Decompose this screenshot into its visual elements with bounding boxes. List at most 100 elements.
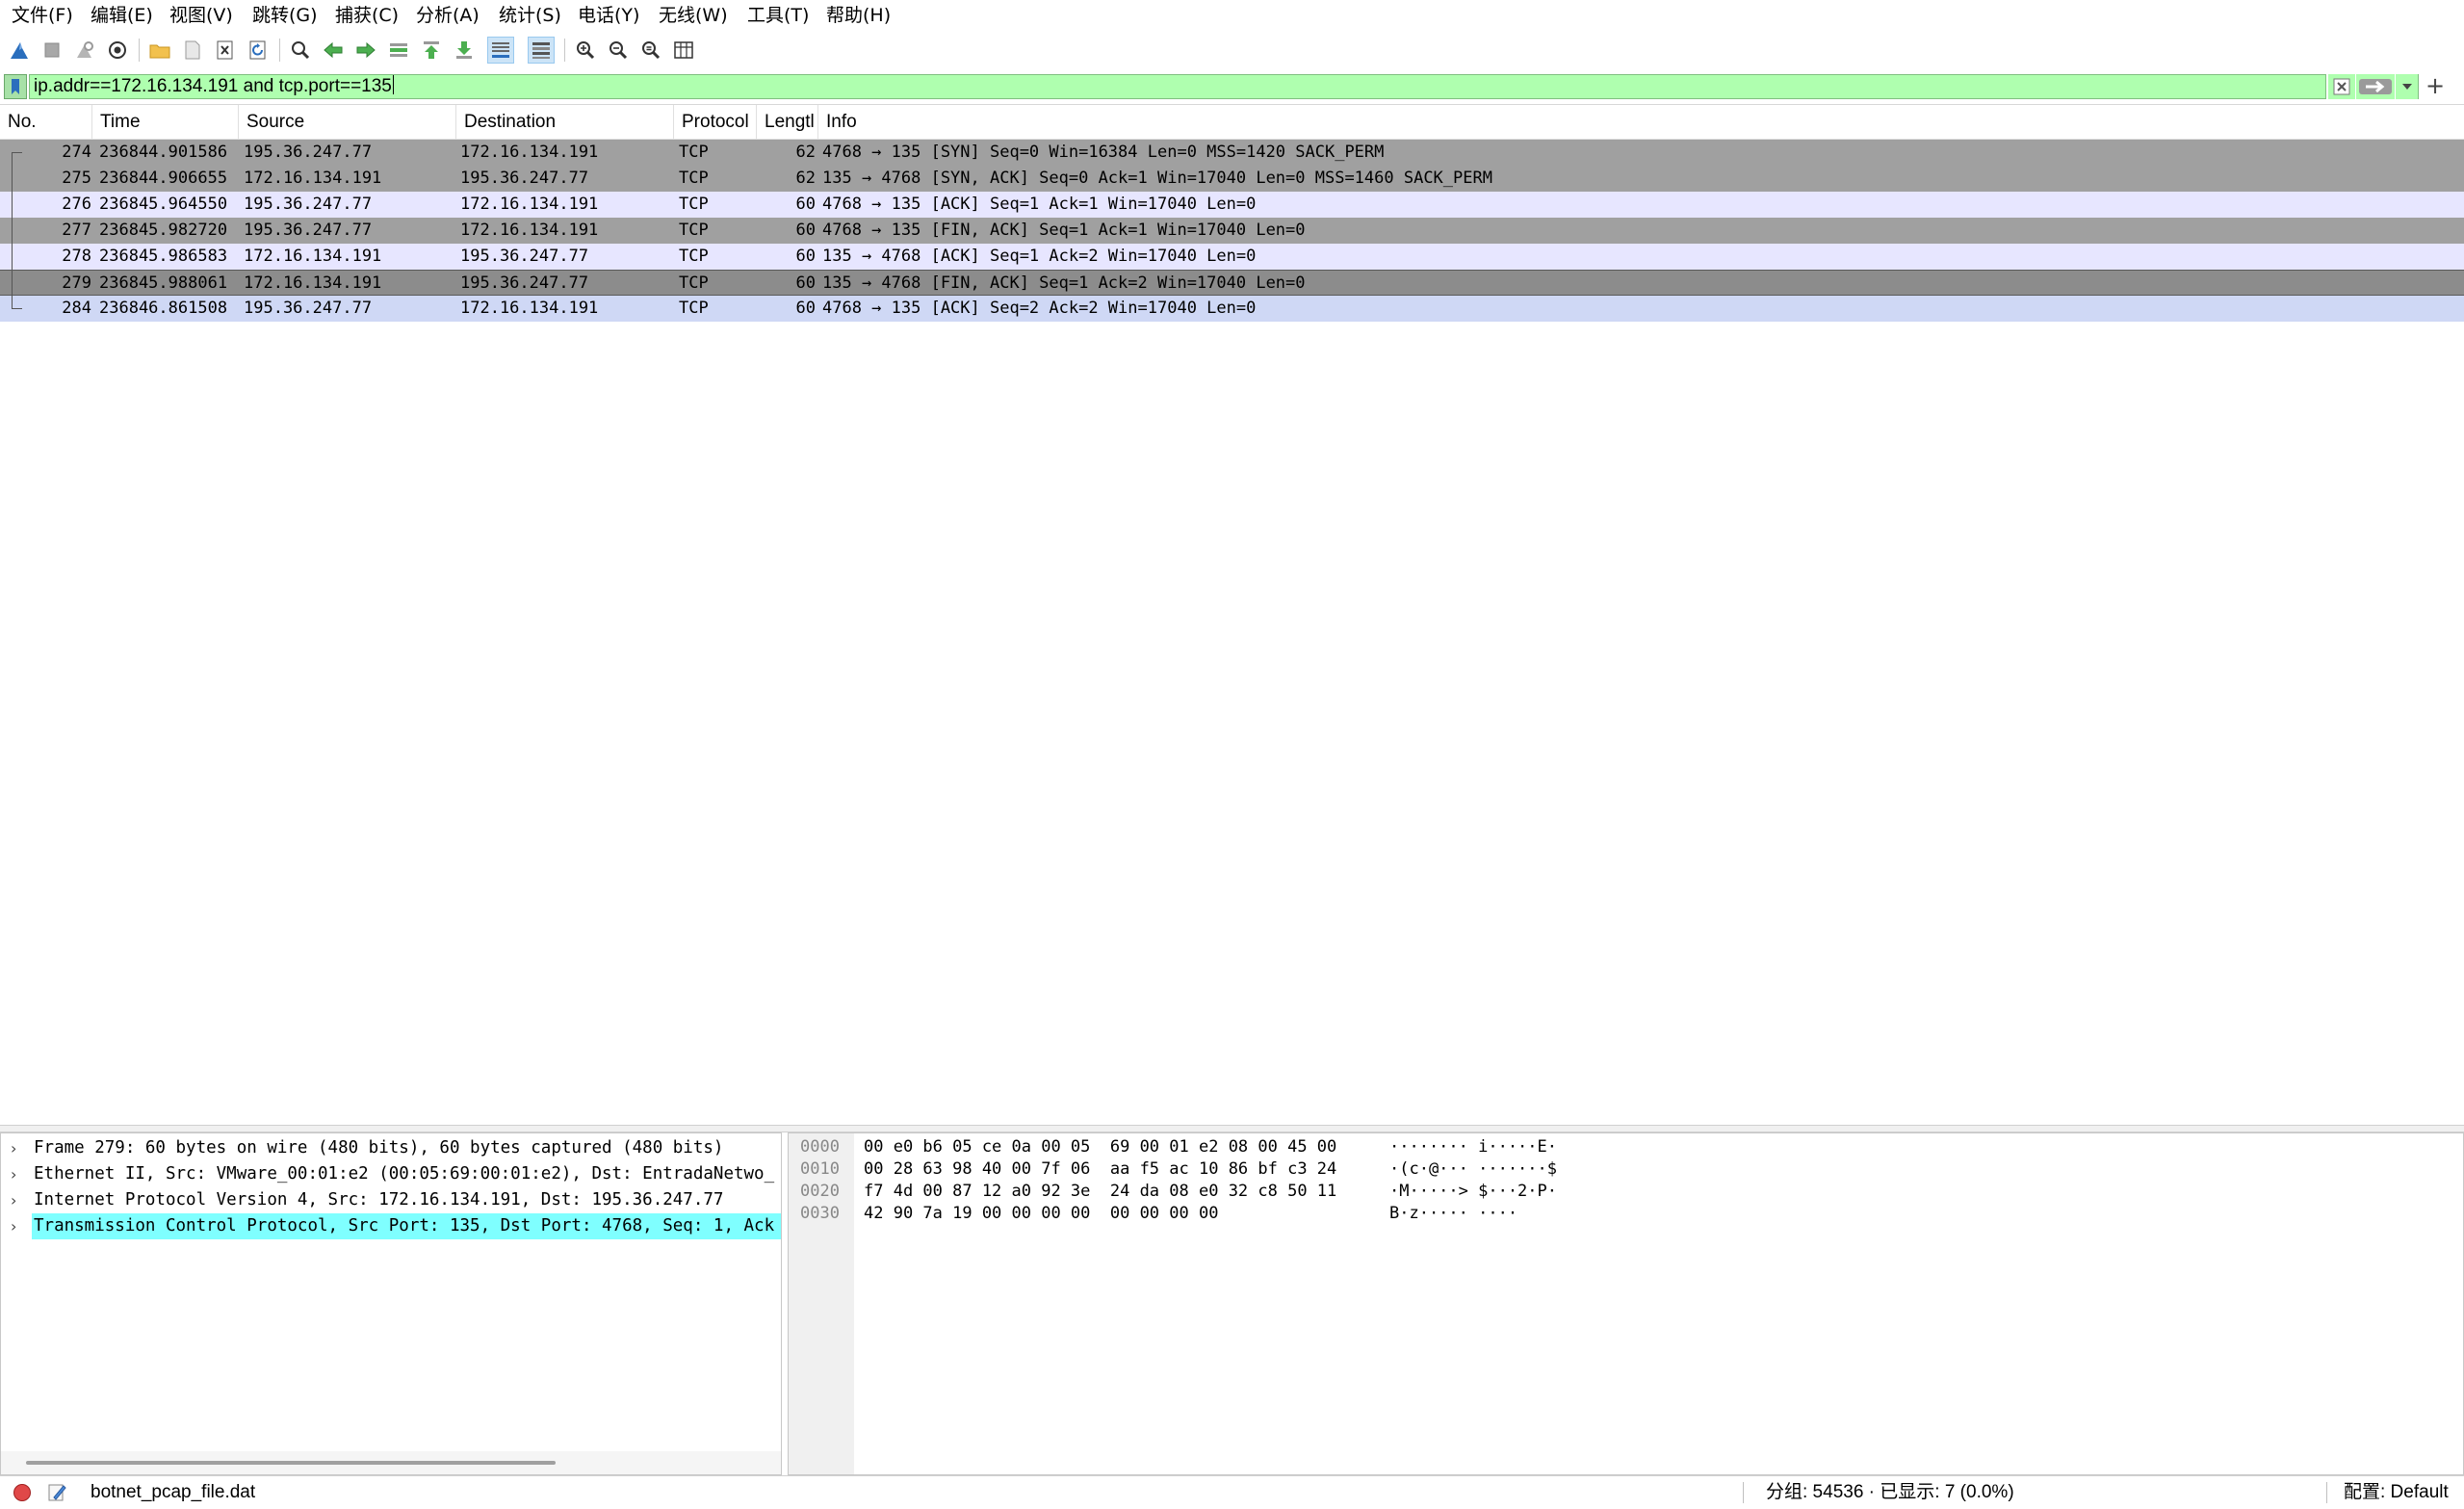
packet-length: 60 xyxy=(795,299,816,318)
save-file-icon[interactable] xyxy=(179,37,206,64)
autoscroll-icon[interactable] xyxy=(487,37,514,64)
packet-info: 135 → 4768 [ACK] Seq=1 Ack=2 Win=17040 L… xyxy=(822,247,1257,266)
bytes-hex[interactable]: f7 4d 00 87 12 a0 92 3e 24 da 08 e0 32 c… xyxy=(864,1181,1336,1203)
chevron-right-icon[interactable]: › xyxy=(11,1213,24,1239)
details-horizontal-scrollbar[interactable] xyxy=(1,1451,781,1474)
bytes-offset[interactable]: 0010 xyxy=(800,1158,840,1181)
menu-wireless[interactable]: 无线(W) xyxy=(659,3,728,28)
filter-bookmark-button[interactable] xyxy=(4,74,27,99)
bytes-hex[interactable]: 00 28 63 98 40 00 7f 06 aa f5 ac 10 86 b… xyxy=(864,1158,1336,1181)
resize-columns-icon[interactable] xyxy=(670,37,697,64)
display-filter-bar: ip.addr==172.16.134.191 and tcp.port==13… xyxy=(0,71,2464,104)
details-tree-item[interactable]: › Internet Protocol Version 4, Src: 172.1… xyxy=(1,1187,781,1213)
display-filter-input[interactable]: ip.addr==172.16.134.191 and tcp.port==13… xyxy=(29,74,2326,99)
zoom-in-icon[interactable] xyxy=(572,37,599,64)
go-to-packet-icon[interactable] xyxy=(385,37,412,64)
filter-history-dropdown[interactable] xyxy=(2396,74,2419,99)
capture-comment-icon[interactable] xyxy=(46,1482,67,1503)
restart-fin-icon[interactable] xyxy=(71,37,98,64)
details-tree-item[interactable]: › Transmission Control Protocol, Src Port… xyxy=(1,1213,781,1239)
zoom-out-icon[interactable] xyxy=(605,37,632,64)
main-toolbar xyxy=(0,31,2464,69)
status-file-name: botnet_pcap_file.dat xyxy=(91,1482,256,1502)
details-tree-label: Transmission Control Protocol, Src Port:… xyxy=(32,1213,781,1239)
menu-edit[interactable]: 编辑(E) xyxy=(91,3,153,28)
go-last-packet-icon[interactable] xyxy=(451,37,478,64)
bytes-ascii[interactable]: ·(c·@··· ·······$ xyxy=(1389,1158,1557,1181)
clear-x-icon xyxy=(2333,78,2350,95)
packet-info: 135 → 4768 [SYN, ACK] Seq=0 Ack=1 Win=17… xyxy=(822,169,1492,188)
packet-row[interactable]: 278 236845.986583 172.16.134.191 195.36.247… xyxy=(0,244,2464,270)
details-tree-item[interactable]: › Frame 279: 60 bytes on wire (480 bits),… xyxy=(1,1135,781,1161)
status-bar: botnet_pcap_file.dat 分组: 54536 · 已显示: 7 … xyxy=(0,1475,2464,1508)
column-header-protocol[interactable]: Protocol xyxy=(674,105,757,139)
packet-row[interactable]: 279 236845.988061 172.16.134.191 195.36.247… xyxy=(0,270,2464,297)
menu-statistics[interactable]: 统计(S) xyxy=(499,3,561,28)
chevron-right-icon[interactable]: › xyxy=(11,1135,24,1161)
find-magnifier-icon[interactable] xyxy=(287,37,314,64)
reload-icon[interactable] xyxy=(245,37,272,64)
menu-file[interactable]: 文件(F) xyxy=(12,3,73,28)
menu-go[interactable]: 跳转(G) xyxy=(252,3,318,28)
status-profile[interactable]: 配置: Default xyxy=(2344,1476,2449,1509)
menu-telephony[interactable]: 电话(Y) xyxy=(578,3,639,28)
packet-row[interactable]: 277 236845.982720 195.36.247.77 172.16.134.… xyxy=(0,218,2464,244)
bytes-row: 0030 42 90 7a 19 00 00 00 00 00 00 00 00 B… xyxy=(789,1203,2425,1225)
filter-clear-button[interactable] xyxy=(2328,74,2355,99)
packet-row[interactable]: 275 236844.906655 172.16.134.191 195.36.247… xyxy=(0,166,2464,192)
packet-info: 4768 → 135 [FIN, ACK] Seq=1 Ack=1 Win=17… xyxy=(822,221,1306,240)
column-header-info[interactable]: Info xyxy=(818,105,2464,139)
packet-row[interactable]: 276 236845.964550 195.36.247.77 172.16.134.… xyxy=(0,192,2464,218)
packet-row[interactable]: 274 236844.901586 195.36.247.77 172.16.134.… xyxy=(0,140,2464,167)
column-header-destination[interactable]: Destination xyxy=(456,105,674,139)
expert-info-icon[interactable] xyxy=(13,1484,31,1501)
packet-length: 62 xyxy=(795,143,816,162)
shark-fin-start-icon[interactable] xyxy=(6,37,33,64)
zoom-normal-icon[interactable] xyxy=(637,37,664,64)
bytes-row: 0010 00 28 63 98 40 00 7f 06 aa f5 ac 10 … xyxy=(789,1158,2425,1181)
menu-capture[interactable]: 捕获(C) xyxy=(335,3,399,28)
bytes-ascii[interactable]: ·M·····> $···2·P· xyxy=(1389,1181,1557,1203)
packet-details-pane: › Frame 279: 60 bytes on wire (480 bits),… xyxy=(0,1132,782,1475)
close-file-icon[interactable] xyxy=(212,37,239,64)
packet-info: 135 → 4768 [FIN, ACK] Seq=1 Ack=2 Win=17… xyxy=(822,273,1306,293)
bytes-offset[interactable]: 0000 xyxy=(800,1136,840,1158)
stop-square-icon[interactable] xyxy=(39,37,65,64)
go-forward-arrow-icon[interactable] xyxy=(352,37,379,64)
open-folder-icon[interactable] xyxy=(146,37,173,64)
chevron-right-icon[interactable]: › xyxy=(11,1187,24,1213)
packet-length: 60 xyxy=(795,247,816,266)
menu-tools[interactable]: 工具(T) xyxy=(747,3,809,28)
go-back-arrow-icon[interactable] xyxy=(320,37,347,64)
capture-options-gear-icon[interactable] xyxy=(104,37,131,64)
menu-analyze[interactable]: 分析(A) xyxy=(416,3,480,28)
bytes-ascii[interactable]: ········ i·····E· xyxy=(1389,1136,1557,1158)
column-header-time[interactable]: Time xyxy=(92,105,239,139)
packet-length: 62 xyxy=(795,169,816,188)
bytes-hex[interactable]: 42 90 7a 19 00 00 00 00 00 00 00 00 xyxy=(864,1203,1218,1225)
bookmark-icon xyxy=(12,79,19,94)
column-header-no[interactable]: No. xyxy=(0,105,92,139)
column-header-source[interactable]: Source xyxy=(239,105,456,139)
bytes-offset[interactable]: 0020 xyxy=(800,1181,840,1203)
chevron-right-icon[interactable]: › xyxy=(11,1161,24,1187)
menu-help[interactable]: 帮助(H) xyxy=(826,3,891,28)
details-tree-item[interactable]: › Ethernet II, Src: VMware_00:01:e2 (00:0… xyxy=(1,1161,781,1187)
packet-row[interactable]: 284 236846.861508 195.36.247.77 172.16.134.… xyxy=(0,296,2464,322)
filter-text: ip.addr==172.16.134.191 and tcp.port==13… xyxy=(34,76,392,96)
bytes-offset[interactable]: 0030 xyxy=(800,1203,840,1225)
bytes-hex[interactable]: 00 e0 b6 05 ce 0a 00 05 69 00 01 e2 08 0… xyxy=(864,1136,1336,1158)
packet-info: 4768 → 135 [ACK] Seq=2 Ack=2 Win=17040 L… xyxy=(822,299,1257,318)
packet-list-pane: No. Time Source Destination Protocol Len… xyxy=(0,104,2464,1126)
go-first-packet-icon[interactable] xyxy=(418,37,445,64)
add-filter-button[interactable]: + xyxy=(2421,74,2450,99)
scrollbar-thumb[interactable] xyxy=(26,1461,556,1465)
colorize-lines-icon[interactable] xyxy=(528,37,555,64)
menu-view[interactable]: 视图(V) xyxy=(169,3,233,28)
filter-apply-button[interactable] xyxy=(2356,74,2395,99)
menu-bar: 文件(F) 编辑(E) 视图(V) 跳转(G) 捕获(C) 分析(A) 统计(S… xyxy=(0,0,2464,31)
packet-length: 60 xyxy=(795,195,816,214)
pane-splitter[interactable] xyxy=(0,1125,2464,1132)
bytes-ascii[interactable]: B·z····· ···· xyxy=(1389,1203,1517,1225)
column-header-length[interactable]: Lengtl xyxy=(757,105,818,139)
